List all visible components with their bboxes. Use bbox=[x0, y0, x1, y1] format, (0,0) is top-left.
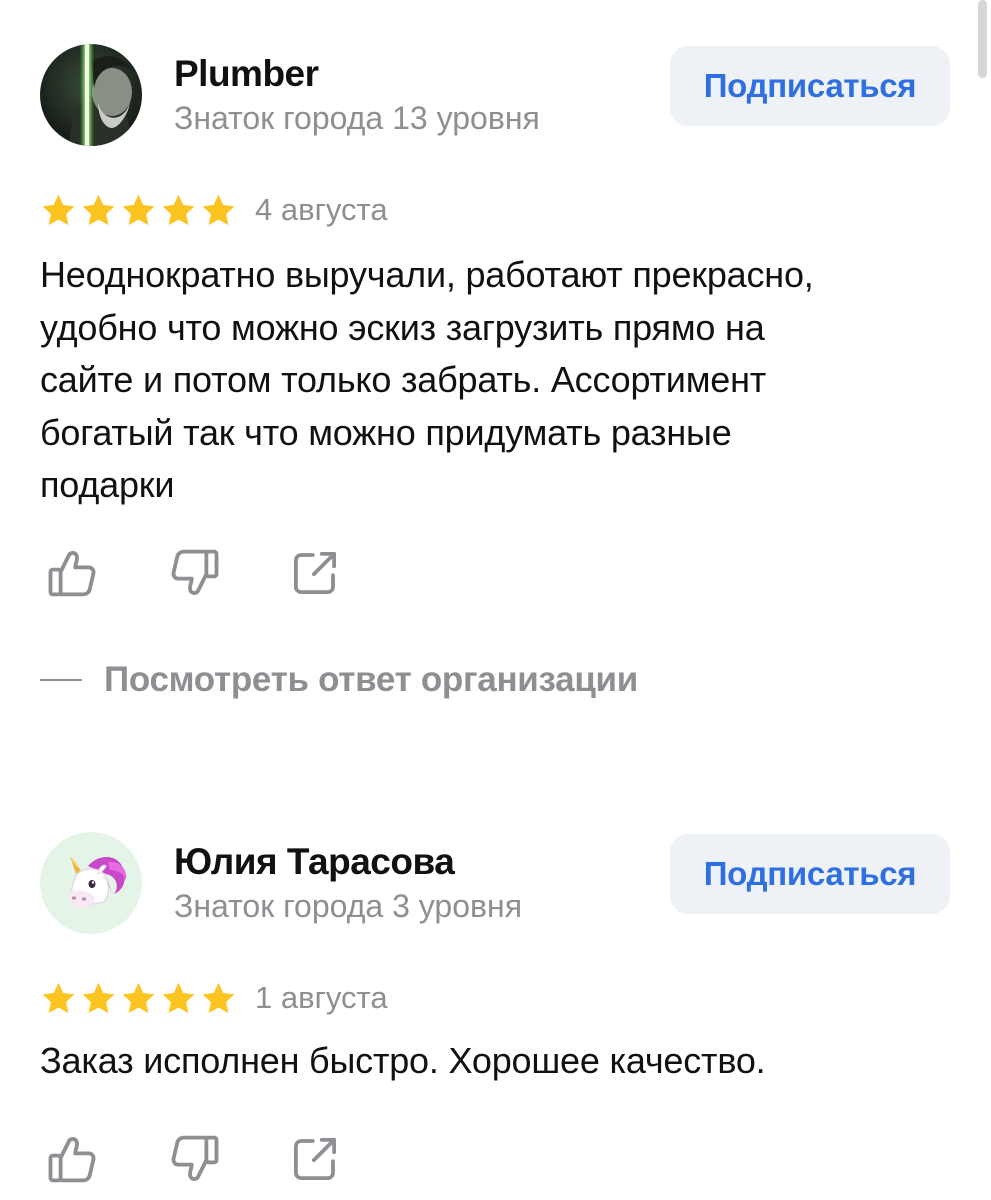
thumbs-down-icon bbox=[171, 549, 219, 595]
review-header: Юлия Тарасова Знаток города 3 уровня Под… bbox=[40, 832, 950, 936]
star-icon bbox=[202, 982, 235, 1013]
rating-stars bbox=[40, 192, 237, 229]
like-button[interactable] bbox=[46, 546, 100, 600]
share-icon bbox=[293, 1137, 337, 1181]
subscribe-button[interactable]: Подписаться bbox=[670, 834, 950, 914]
view-org-reply-link[interactable]: Посмотреть ответ организации bbox=[40, 660, 638, 700]
star-icon bbox=[82, 982, 115, 1013]
review-text-line: Заказ исполнен быстро. Хорошее качество. bbox=[40, 1040, 766, 1081]
avatar[interactable] bbox=[40, 832, 142, 934]
author-name[interactable]: Юлия Тарасова bbox=[174, 840, 522, 884]
star-icon bbox=[42, 194, 75, 225]
review-actions bbox=[46, 1132, 409, 1186]
star-icon bbox=[82, 194, 115, 225]
author-name[interactable]: Plumber bbox=[174, 52, 540, 96]
rating-stars bbox=[40, 980, 237, 1017]
thumbs-down-icon bbox=[171, 1135, 219, 1181]
review-meta: 4 августа bbox=[40, 190, 388, 230]
author-level: Знаток города 13 уровня bbox=[174, 100, 540, 136]
review-text-line: богатый так что можно придумать разные bbox=[40, 411, 732, 453]
share-button[interactable] bbox=[288, 1132, 342, 1186]
share-icon bbox=[293, 551, 337, 595]
author-info: Plumber Знаток города 13 уровня bbox=[174, 52, 540, 140]
review-text: Заказ исполнен быстро. Хорошее качество. bbox=[40, 1035, 950, 1088]
reply-link-label: Посмотреть ответ организации bbox=[104, 660, 638, 699]
reply-dash bbox=[40, 679, 82, 681]
review-actions bbox=[46, 546, 409, 600]
star-icon bbox=[42, 982, 75, 1013]
review-date: 1 августа bbox=[255, 980, 388, 1015]
like-button[interactable] bbox=[46, 1132, 100, 1186]
thumbs-up-icon bbox=[48, 1137, 96, 1183]
subscribe-button[interactable]: Подписаться bbox=[670, 46, 950, 126]
review-text-line: подарки bbox=[40, 464, 175, 505]
star-icon bbox=[162, 982, 195, 1013]
scrollbar[interactable] bbox=[978, 0, 987, 78]
avatar[interactable] bbox=[40, 44, 142, 146]
thumbs-up-icon bbox=[48, 551, 96, 597]
dislike-button[interactable] bbox=[167, 1132, 221, 1186]
star-icon bbox=[162, 194, 195, 225]
review-meta: 1 августа bbox=[40, 978, 388, 1018]
author-level: Знаток города 3 уровня bbox=[174, 888, 523, 924]
review-card: Plumber Знаток города 13 уровня Подписат… bbox=[40, 44, 950, 597]
review-header: Plumber Знаток города 13 уровня Подписат… bbox=[40, 44, 950, 148]
dislike-button[interactable] bbox=[167, 546, 221, 600]
share-button[interactable] bbox=[288, 546, 342, 600]
review-text-line: Неоднократно выручали, работают прекрасн… bbox=[40, 254, 814, 295]
star-icon bbox=[122, 982, 155, 1013]
reviews-page: Plumber Знаток города 13 уровня Подписат… bbox=[0, 0, 991, 1200]
star-icon bbox=[202, 194, 235, 225]
author-info: Юлия Тарасова Знаток города 3 уровня bbox=[174, 840, 522, 928]
review-date: 4 августа bbox=[255, 192, 388, 227]
review-card: Юлия Тарасова Знаток города 3 уровня Под… bbox=[40, 832, 950, 1081]
review-text-line: сайте и потом только забрать. Ассортимен… bbox=[40, 359, 767, 400]
review-text: Неоднократно выручали, работают прекрасн… bbox=[40, 249, 950, 512]
review-text-line: удобно что можно эскиз загрузить прямо н… bbox=[40, 306, 765, 348]
star-icon bbox=[122, 194, 155, 225]
